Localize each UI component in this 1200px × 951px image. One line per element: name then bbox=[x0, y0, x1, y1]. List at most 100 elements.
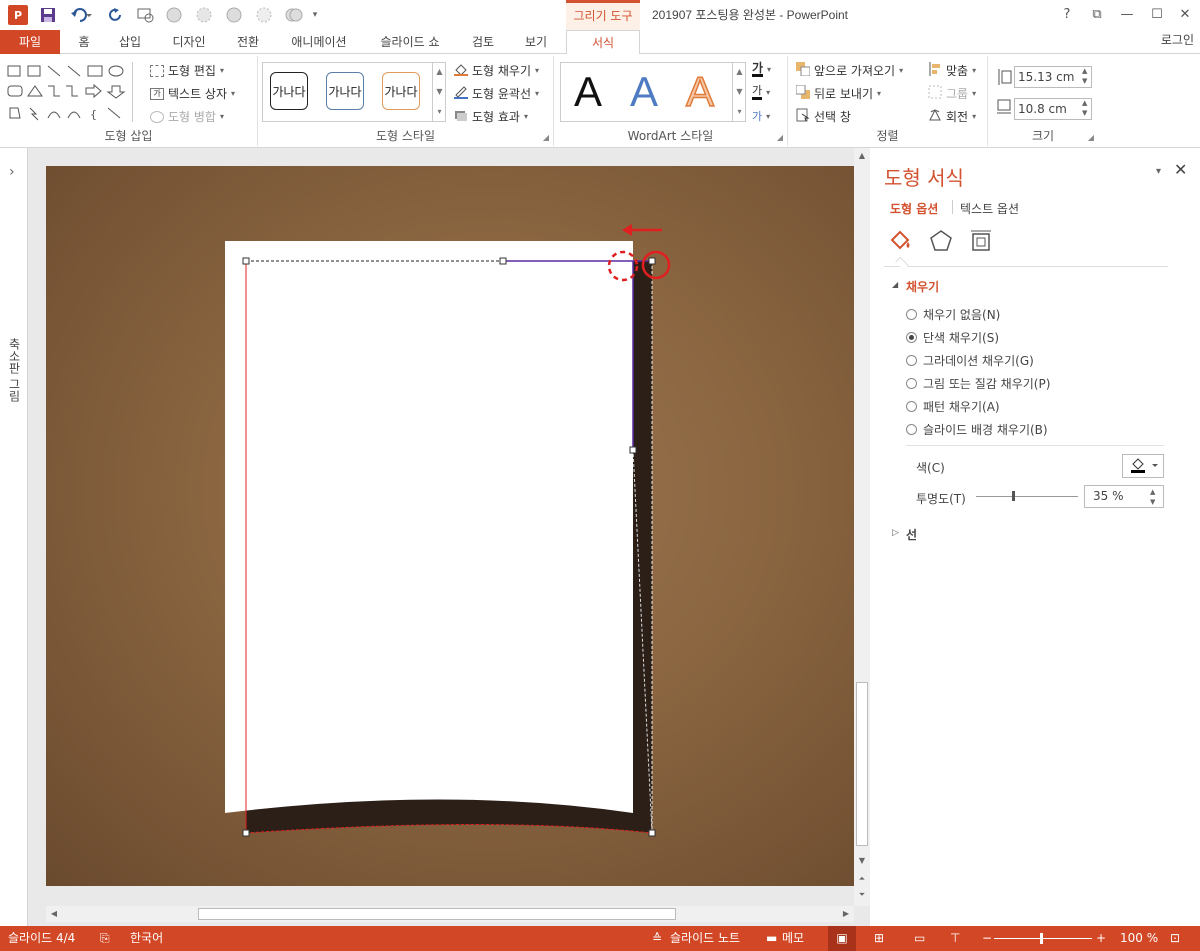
slide-sorter-icon[interactable]: ⊞ bbox=[874, 926, 884, 951]
transparency-slider-thumb[interactable] bbox=[1011, 491, 1015, 501]
zoom-slider[interactable] bbox=[994, 938, 1092, 939]
fill-option-none[interactable]: 채우기 없음(N) bbox=[906, 306, 1000, 323]
vertical-scrollbar[interactable]: ▲ ▼ ⏶ ⏷ bbox=[854, 148, 870, 906]
shape-gallery[interactable]: { bbox=[6, 62, 128, 122]
fill-line-icon[interactable] bbox=[888, 228, 914, 257]
horizontal-scrollbar[interactable]: ◀ ▶ bbox=[46, 906, 854, 922]
present-icon[interactable] bbox=[136, 5, 156, 25]
horizontal-scroll-thumb[interactable] bbox=[198, 908, 676, 920]
edit-shape-button[interactable]: 도형 편집 ▾ bbox=[150, 62, 224, 79]
pane-options-icon[interactable]: ▾ bbox=[1156, 166, 1161, 177]
wordart-blue[interactable]: A bbox=[630, 68, 658, 116]
slideshow-icon[interactable]: ⊤ bbox=[950, 926, 960, 951]
send-backward-button[interactable]: 뒤로 보내기 ▾ bbox=[795, 84, 881, 102]
slide[interactable] bbox=[46, 166, 854, 886]
transparency-slider[interactable] bbox=[976, 496, 1078, 497]
scroll-down-icon[interactable]: ▼ bbox=[854, 854, 870, 868]
zoom-in-icon[interactable]: + bbox=[1096, 926, 1106, 951]
shape2-icon[interactable] bbox=[194, 5, 214, 25]
shape-style-orange[interactable]: 가나다 bbox=[382, 72, 420, 110]
normal-view-icon[interactable]: ▣ bbox=[828, 926, 856, 951]
ribbon-display-icon[interactable]: ⧉ bbox=[1082, 0, 1112, 30]
color-picker-button[interactable] bbox=[1122, 454, 1164, 478]
line-section-expand-icon[interactable]: ▷ bbox=[892, 528, 899, 538]
wordart-black[interactable]: A bbox=[574, 68, 602, 116]
scroll-left-icon[interactable]: ◀ bbox=[46, 906, 62, 922]
height-input[interactable]: 15.13 cm bbox=[1014, 66, 1092, 88]
shape5-icon[interactable] bbox=[284, 5, 304, 25]
tab-animations[interactable]: 애니메이션 bbox=[282, 30, 356, 54]
rotate-button[interactable]: 회전 ▾ bbox=[928, 108, 976, 125]
size-launcher-icon[interactable]: ◢ bbox=[1088, 133, 1094, 142]
minimize-icon[interactable]: — bbox=[1112, 0, 1142, 30]
shape1-icon[interactable] bbox=[164, 5, 184, 25]
scroll-up-icon[interactable]: ▲ bbox=[854, 148, 870, 164]
close-icon[interactable]: ✕ bbox=[1170, 0, 1200, 30]
shape-outline-button[interactable]: 도형 윤곽선 ▾ bbox=[454, 85, 539, 102]
tab-shape-options[interactable]: 도형 옵션 bbox=[890, 200, 938, 217]
scroll-right-icon[interactable]: ▶ bbox=[838, 906, 854, 922]
shape-fill-button[interactable]: 도형 채우기 ▾ bbox=[454, 62, 539, 79]
zoom-level[interactable]: 100 % bbox=[1120, 926, 1158, 951]
shape-style-black[interactable]: 가나다 bbox=[270, 72, 308, 110]
tab-text-options[interactable]: 텍스트 옵션 bbox=[960, 200, 1019, 217]
fill-option-picture[interactable]: 그림 또는 질감 채우기(P) bbox=[906, 375, 1050, 392]
thumbnail-pane-collapsed[interactable]: › 축소판 그림 bbox=[0, 148, 28, 926]
bring-forward-button[interactable]: 앞으로 가져오기 ▾ bbox=[796, 62, 903, 79]
zoom-out-icon[interactable]: − bbox=[982, 926, 992, 951]
customize-icon[interactable]: ▾ bbox=[308, 5, 322, 25]
tab-review[interactable]: 검토 bbox=[464, 30, 502, 54]
tab-insert[interactable]: 삽입 bbox=[110, 30, 150, 54]
comments-icon[interactable]: ▬ bbox=[766, 926, 777, 951]
language-indicator[interactable]: 한국어 bbox=[130, 926, 163, 951]
tab-format[interactable]: 서식 bbox=[566, 30, 640, 55]
shape-style-blue[interactable]: 가나다 bbox=[326, 72, 364, 110]
align-button[interactable]: 맞춤 ▾ bbox=[928, 62, 976, 79]
comments-button[interactable]: 메모 bbox=[782, 926, 804, 951]
size-properties-icon[interactable] bbox=[968, 228, 994, 257]
tab-view[interactable]: 보기 bbox=[516, 30, 556, 54]
shape-effects-button[interactable]: 도형 효과 ▾ bbox=[454, 108, 528, 125]
notes-button[interactable]: 슬라이드 노트 bbox=[670, 926, 740, 951]
line-section-header[interactable]: 선 bbox=[906, 526, 917, 543]
text-fill-button[interactable]: 가 ▾ bbox=[752, 62, 771, 77]
shape-styles-launcher-icon[interactable]: ◢ bbox=[543, 133, 549, 142]
help-icon[interactable]: ? bbox=[1052, 0, 1082, 30]
width-input[interactable]: 10.8 cm bbox=[1014, 98, 1092, 120]
vertical-scroll-thumb[interactable] bbox=[856, 682, 868, 846]
group-button[interactable]: 그룹 ▾ bbox=[928, 85, 976, 102]
selection-pane-button[interactable]: 선택 창 bbox=[796, 108, 851, 125]
slide-counter[interactable]: 슬라이드 4/4 bbox=[8, 926, 75, 951]
fill-section-collapse-icon[interactable]: ◢ bbox=[892, 280, 898, 289]
maximize-icon[interactable]: ☐ bbox=[1142, 0, 1172, 30]
shape3-icon[interactable] bbox=[224, 5, 244, 25]
wordart-orange[interactable]: A bbox=[685, 67, 715, 116]
undo-icon[interactable] bbox=[66, 5, 96, 25]
shape4-icon[interactable] bbox=[254, 5, 274, 25]
tab-transitions[interactable]: 전환 bbox=[228, 30, 268, 54]
effects-pentagon-icon[interactable] bbox=[928, 228, 954, 257]
login-link[interactable]: 로그인 bbox=[1161, 30, 1194, 50]
text-outline-button[interactable]: 가 ▾ bbox=[752, 85, 770, 100]
wordart-scroll[interactable]: ▲ ▼ ▾ bbox=[732, 62, 746, 122]
shape-style-scroll[interactable]: ▲ ▼ ▾ bbox=[432, 62, 446, 122]
width-spinner[interactable]: ▲ ▼ bbox=[1082, 98, 1087, 118]
zoom-slider-thumb[interactable] bbox=[1040, 933, 1043, 944]
fill-option-pattern[interactable]: 패턴 채우기(A) bbox=[906, 398, 1000, 415]
tab-home[interactable]: 홈 bbox=[66, 30, 102, 54]
tab-slideshow[interactable]: 슬라이드 쇼 bbox=[370, 30, 450, 54]
redo-icon[interactable] bbox=[106, 5, 126, 25]
notes-icon[interactable]: ≙ bbox=[652, 926, 662, 951]
fill-option-solid[interactable]: 단색 채우기(S) bbox=[906, 329, 999, 346]
next-slide-icon[interactable]: ⏷ bbox=[854, 888, 870, 902]
gallery-scroll[interactable] bbox=[132, 62, 142, 122]
text-effects-button[interactable]: 가 ▾ bbox=[752, 108, 770, 124]
wordart-launcher-icon[interactable]: ◢ bbox=[777, 133, 783, 142]
reading-view-icon[interactable]: ▭ bbox=[914, 926, 925, 951]
tab-file[interactable]: 파일 bbox=[0, 30, 60, 54]
text-box-button[interactable]: 가 텍스트 상자 ▾ bbox=[150, 85, 235, 102]
previous-slide-icon[interactable]: ⏶ bbox=[854, 872, 870, 886]
fit-to-window-icon[interactable]: ⊡ bbox=[1170, 926, 1180, 951]
transparency-spinner[interactable]: ▲ ▼ bbox=[1150, 487, 1155, 507]
height-spinner[interactable]: ▲ ▼ bbox=[1082, 66, 1087, 86]
